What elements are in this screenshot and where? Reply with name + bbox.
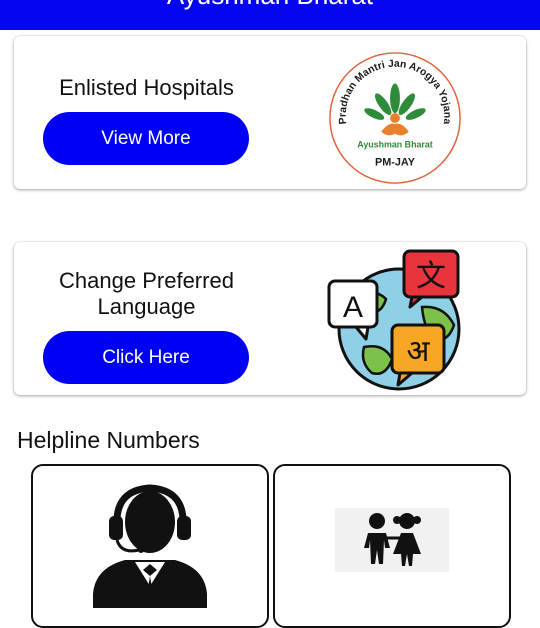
- view-more-button[interactable]: View More: [43, 112, 249, 165]
- helpline-tile-callcenter[interactable]: [31, 464, 269, 628]
- hindi-glyph: अ: [407, 334, 431, 369]
- helpline-section-title: Helpline Numbers: [17, 427, 200, 453]
- children-icon: [335, 508, 449, 572]
- enlisted-hospitals-title: Enlisted Hospitals: [59, 75, 234, 100]
- cjk-glyph: 文: [416, 259, 446, 294]
- pmjay-logo-icon: Pradhan Mantri Jan Arogya Yojana Ayushma…: [329, 52, 461, 184]
- change-language-title: Change Preferred Language: [59, 268, 234, 319]
- change-language-card: Change Preferred Language Click Here A 文…: [14, 242, 526, 395]
- logo-name: Ayushman Bharat: [357, 140, 433, 150]
- language-globe-icon: A 文 अ: [327, 249, 461, 391]
- latin-glyph: A: [343, 291, 363, 324]
- enlisted-hospitals-card: Enlisted Hospitals View More Pradhan Man…: [14, 36, 526, 189]
- click-here-button[interactable]: Click Here: [43, 331, 249, 384]
- call-center-agent-icon: [93, 484, 207, 608]
- helpline-tile-children[interactable]: [273, 464, 511, 628]
- app-header: Ayushman Bharat: [0, 0, 540, 30]
- app-title: Ayushman Bharat: [0, 0, 540, 11]
- logo-short: PM-JAY: [375, 156, 416, 168]
